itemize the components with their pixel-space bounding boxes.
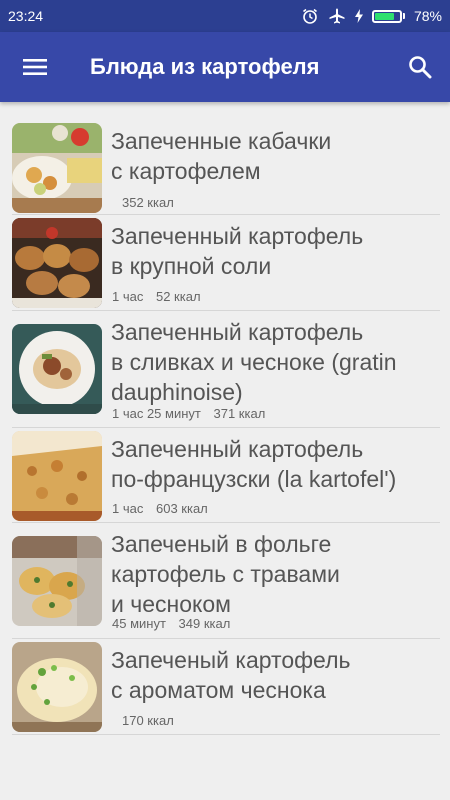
recipe-thumbnail: [12, 123, 102, 213]
recipe-meta: 45 минут 349 ккал: [112, 616, 239, 631]
recipe-thumbnail: [12, 642, 102, 732]
recipe-thumbnail: [12, 218, 102, 308]
recipe-meta: 170 ккал: [122, 713, 183, 728]
recipe-time: 1 час: [112, 289, 144, 304]
alarm-icon: [302, 8, 317, 24]
search-button[interactable]: [390, 32, 450, 102]
recipe-time: 1 час 25 минут: [112, 406, 201, 421]
recipe-meta: 1 час 25 минут 371 ккал: [112, 406, 274, 421]
recipe-list: Запеченные кабачки с картофелем 352 ккал…: [0, 120, 450, 735]
list-item[interactable]: Запеченный картофель по-французски (la k…: [12, 428, 440, 523]
list-item[interactable]: Запеченый в фольге картофель с травами и…: [12, 523, 440, 639]
recipe-kcal: 349 ккал: [178, 616, 231, 631]
airplane-mode-icon: [329, 8, 345, 24]
recipe-thumbnail: [12, 324, 102, 414]
recipe-title: Запеченный картофель в крупной соли: [111, 223, 364, 279]
charging-icon: [354, 9, 363, 23]
recipe-kcal: 170 ккал: [122, 713, 174, 728]
list-item[interactable]: Запеченный картофель в крупной соли 1 ча…: [12, 215, 440, 311]
list-item[interactable]: Запеченные кабачки с картофелем 352 ккал: [12, 120, 440, 215]
recipe-title: Запеченый в фольге картофель с травами и…: [111, 531, 340, 617]
status-bar: 23:24 78%: [0, 0, 450, 32]
status-time: 23:24: [8, 8, 44, 24]
hamburger-menu-icon: [23, 59, 47, 75]
battery-percent: 78%: [413, 8, 442, 24]
recipe-title: Запеченный картофель в сливках и чесноке…: [111, 319, 397, 405]
recipe-kcal: 52 ккал: [155, 289, 201, 304]
recipe-time: 45 минут: [112, 616, 166, 631]
recipe-kcal: 371 ккал: [213, 406, 266, 421]
recipe-kcal: 603 ккал: [155, 501, 208, 516]
recipe-meta: 1 час 603 ккал: [112, 501, 217, 516]
recipe-title: Запеченый картофель с ароматом чеснока: [111, 647, 351, 703]
recipe-title: Запеченный картофель по-французски (la k…: [111, 436, 397, 492]
recipe-thumbnail: [12, 431, 102, 521]
list-item[interactable]: Запеченый картофель с ароматом чеснока 1…: [12, 639, 440, 735]
page-title: Блюда из картофеля: [90, 54, 320, 79]
recipe-thumbnail: [12, 536, 102, 626]
recipe-meta: 352 ккал: [122, 195, 183, 210]
recipe-meta: 1 час 52 ккал: [112, 289, 210, 304]
status-icons: 78%: [301, 7, 442, 25]
recipe-kcal: 352 ккал: [122, 195, 174, 210]
menu-button[interactable]: [0, 32, 70, 102]
search-icon: [409, 56, 432, 79]
battery-icon: [371, 9, 405, 23]
recipe-title: Запеченные кабачки с картофелем: [111, 128, 332, 184]
list-item[interactable]: Запеченный картофель в сливках и чесноке…: [12, 311, 440, 428]
app-bar: Блюда из картофеля: [0, 32, 450, 102]
recipe-time: 1 час: [112, 501, 144, 516]
